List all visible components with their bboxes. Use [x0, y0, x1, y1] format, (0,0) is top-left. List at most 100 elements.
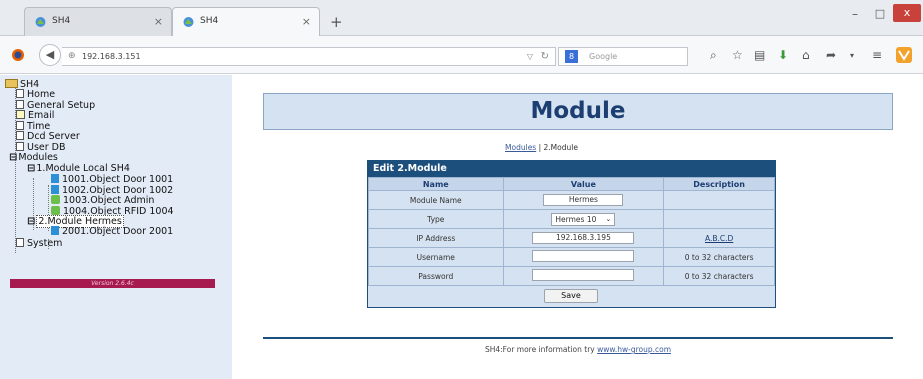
collapse-icon[interactable]: ⊟	[9, 152, 17, 163]
tree-label: Dcd Server	[27, 131, 80, 142]
email-icon	[16, 110, 25, 119]
tree-item-door[interactable]: 2001.Object Door 2001	[51, 226, 173, 237]
table-row: Type Hermes 10 ⌄	[368, 209, 775, 229]
browser-tab[interactable]: SH4 ×	[24, 7, 172, 36]
sh4-favicon-icon	[183, 17, 194, 27]
username-input[interactable]	[532, 250, 635, 262]
collapse-icon[interactable]: ⊟	[27, 163, 35, 174]
close-tab-icon[interactable]: ×	[302, 15, 311, 28]
row-description	[663, 190, 775, 210]
row-description: 0 to 32 characters	[663, 266, 775, 286]
maximize-button[interactable]: □	[868, 7, 892, 25]
door-icon	[51, 174, 59, 183]
page-icon	[16, 131, 24, 140]
edit-table: Name Value Description Module Name Herme…	[368, 177, 775, 286]
value-cell	[502, 247, 665, 267]
footer-divider	[263, 337, 893, 339]
tab-title: SH4	[200, 16, 219, 26]
close-window-button[interactable]: x	[893, 4, 921, 22]
row-label: Password	[368, 266, 504, 286]
tree-item-email[interactable]: Email	[16, 110, 54, 121]
breadcrumb-modules-link[interactable]: Modules	[505, 143, 536, 152]
tree-item-system[interactable]: System	[16, 238, 62, 249]
door-icon	[51, 226, 59, 235]
table-row: Module Name Hermes	[368, 190, 775, 210]
tree-label: 1001.Object Door 1001	[62, 174, 174, 185]
browser-tab-active[interactable]: SH4 ×	[172, 7, 320, 36]
column-header-value: Value	[502, 177, 665, 191]
footer-link[interactable]: www.hw-group.com	[597, 345, 671, 354]
table-row: Password 0 to 32 characters	[368, 266, 775, 286]
tree-item-module-local[interactable]: ⊟1.Module Local SH4	[27, 163, 130, 174]
minimize-button[interactable]: –	[843, 7, 867, 25]
tree-label: 2001.Object Door 2001	[62, 226, 174, 237]
back-button[interactable]: ◀	[39, 44, 61, 66]
door-icon	[51, 185, 59, 194]
version-label: Version 2.6.4c	[10, 279, 215, 288]
table-header-row: Name Value Description	[368, 177, 775, 191]
breadcrumb-current: 2.Module	[543, 143, 578, 152]
vivaldi-icon[interactable]	[896, 47, 912, 63]
table-row: Username 0 to 32 characters	[368, 247, 775, 267]
ip-address-input[interactable]: 192.168.3.195	[532, 232, 635, 244]
tree-item-door[interactable]: 1001.Object Door 1001	[51, 174, 173, 185]
dropdown-icon[interactable]: ▾	[850, 51, 854, 60]
page-icon	[16, 238, 24, 247]
browser-toolbar: ◀ ⊕ 192.168.3.151 ▽ ↻ 8 Google ⌕ ☆ ▤ ⬇ ⌂…	[0, 36, 923, 74]
breadcrumb-separator: |	[536, 143, 544, 152]
value-cell: Hermes 10 ⌄	[502, 209, 665, 229]
column-header-name: Name	[368, 177, 504, 191]
row-description	[663, 209, 775, 229]
url-bar[interactable]: ⊕ 192.168.3.151 ▽ ↻	[62, 47, 556, 66]
url-dropdown-icon[interactable]: ▽	[527, 52, 533, 61]
tree-item-modules[interactable]: ⊟Modules	[9, 152, 58, 163]
send-icon[interactable]: ➦	[826, 48, 836, 62]
search-engine-icon[interactable]: 8	[565, 50, 578, 63]
firefox-icon	[12, 49, 24, 61]
page-title: Module	[530, 98, 626, 124]
tree-item-admin[interactable]: 1003.Object Admin	[51, 195, 154, 206]
folder-icon	[5, 79, 18, 88]
page-icon	[16, 100, 24, 109]
home-icon[interactable]: ⌂	[802, 48, 810, 62]
collapse-icon[interactable]: ⊟	[27, 216, 35, 227]
row-description: 0 to 32 characters	[663, 247, 775, 267]
footer: SH4:For more information try www.hw-grou…	[263, 345, 893, 354]
download-icon[interactable]: ⬇	[778, 48, 788, 62]
new-tab-button[interactable]: +	[330, 13, 343, 31]
navigation-tree: SH4 Home General Setup Email Time Dcd Se…	[0, 75, 232, 379]
save-button[interactable]: Save	[544, 289, 598, 303]
menu-icon[interactable]: ≡	[872, 48, 882, 62]
tree-item-home[interactable]: Home	[16, 89, 55, 100]
tree-label: Modules	[18, 152, 58, 163]
module-name-input[interactable]: Hermes	[543, 194, 624, 206]
search-icon[interactable]: ⌕	[710, 48, 717, 63]
table-row: IP Address 192.168.3.195 A.B.C.D	[368, 228, 775, 248]
row-label: Type	[368, 209, 504, 229]
tree-label: Home	[27, 89, 56, 100]
ip-format-link[interactable]: A.B.C.D	[705, 234, 733, 243]
page-icon	[16, 89, 24, 98]
tree-label: Email	[28, 110, 55, 121]
reload-icon[interactable]: ↻	[541, 51, 549, 62]
clipboard-icon[interactable]: ▤	[754, 48, 765, 62]
search-bar[interactable]: 8 Google	[558, 47, 688, 66]
edit-module-panel: Edit 2.Module Name Value Description Mod…	[367, 160, 776, 308]
globe-icon: ⊕	[68, 51, 76, 61]
type-select[interactable]: Hermes 10 ⌄	[551, 212, 616, 226]
search-placeholder: Google	[589, 52, 618, 61]
star-icon[interactable]: ☆	[732, 48, 743, 62]
module-header: Module	[263, 93, 893, 130]
rfid-icon	[51, 206, 60, 215]
column-header-description: Description	[663, 177, 775, 191]
type-select-value: Hermes 10	[555, 214, 597, 224]
close-tab-icon[interactable]: ×	[154, 15, 163, 28]
admin-icon	[51, 195, 60, 204]
row-description: A.B.C.D	[663, 228, 775, 248]
tree-label: System	[27, 238, 63, 249]
tree-item-dcd-server[interactable]: Dcd Server	[16, 131, 80, 142]
value-cell	[502, 266, 665, 286]
browser-tab-bar: SH4 × SH4 × + – □ x	[0, 0, 923, 36]
tab-title: SH4	[52, 16, 71, 26]
password-input[interactable]	[532, 269, 635, 281]
